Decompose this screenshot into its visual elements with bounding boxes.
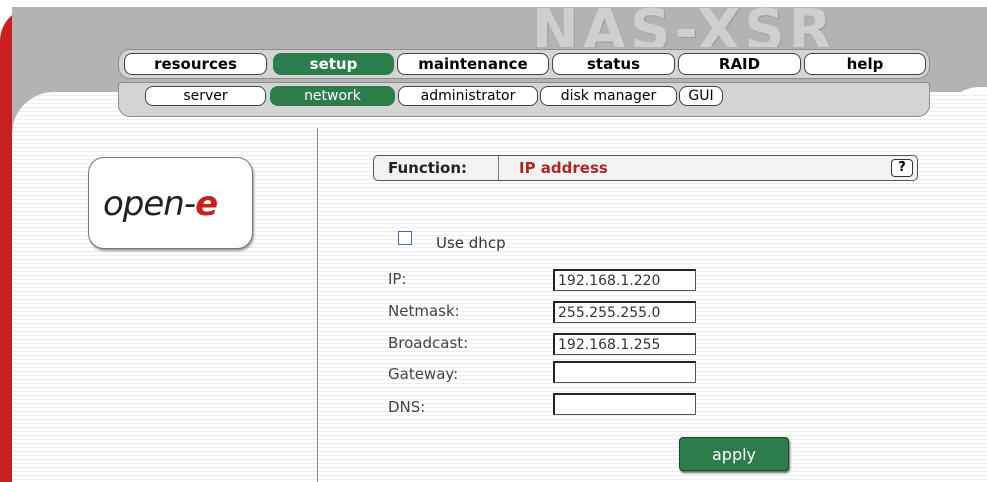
broadcast-input[interactable]	[553, 333, 696, 355]
subtab-server[interactable]: server	[145, 86, 266, 106]
help-button[interactable]: ?	[891, 159, 913, 177]
product-logo: NAS-XSR	[532, 7, 836, 47]
subtab-gui[interactable]: GUI	[679, 86, 723, 106]
tab-raid[interactable]: RAID	[678, 53, 801, 75]
dns-input[interactable]	[553, 393, 696, 415]
dns-label: DNS:	[388, 398, 426, 416]
tab-status[interactable]: status	[552, 53, 675, 75]
open-e-logo-text: open-e	[103, 184, 218, 224]
tab-setup[interactable]: setup	[273, 53, 394, 75]
netmask-input[interactable]	[553, 301, 696, 323]
use-dhcp-checkbox[interactable]	[398, 231, 412, 245]
ip-input[interactable]	[553, 269, 696, 291]
apply-button[interactable]: apply	[679, 437, 789, 471]
subtab-disk-manager[interactable]: disk manager	[540, 86, 677, 106]
function-value: IP address	[519, 159, 608, 177]
subtab-network[interactable]: network	[270, 86, 395, 106]
function-bar: Function: IP address ?	[373, 155, 918, 181]
broadcast-label: Broadcast:	[388, 334, 469, 352]
ip-label: IP:	[388, 270, 407, 288]
netmask-label: Netmask:	[388, 302, 460, 320]
function-label: Function:	[388, 159, 468, 177]
tab-resources[interactable]: resources	[124, 53, 267, 75]
gateway-input[interactable]	[553, 361, 696, 383]
function-separator	[498, 156, 499, 180]
tab-maintenance[interactable]: maintenance	[397, 53, 549, 75]
use-dhcp-label: Use dhcp	[436, 234, 506, 252]
content-panel	[12, 92, 987, 482]
subtab-administrator[interactable]: administrator	[398, 86, 538, 106]
vertical-divider	[317, 128, 318, 482]
gateway-label: Gateway:	[388, 365, 459, 383]
open-e-logo: open-e	[88, 157, 253, 249]
tab-help[interactable]: help	[804, 53, 926, 75]
